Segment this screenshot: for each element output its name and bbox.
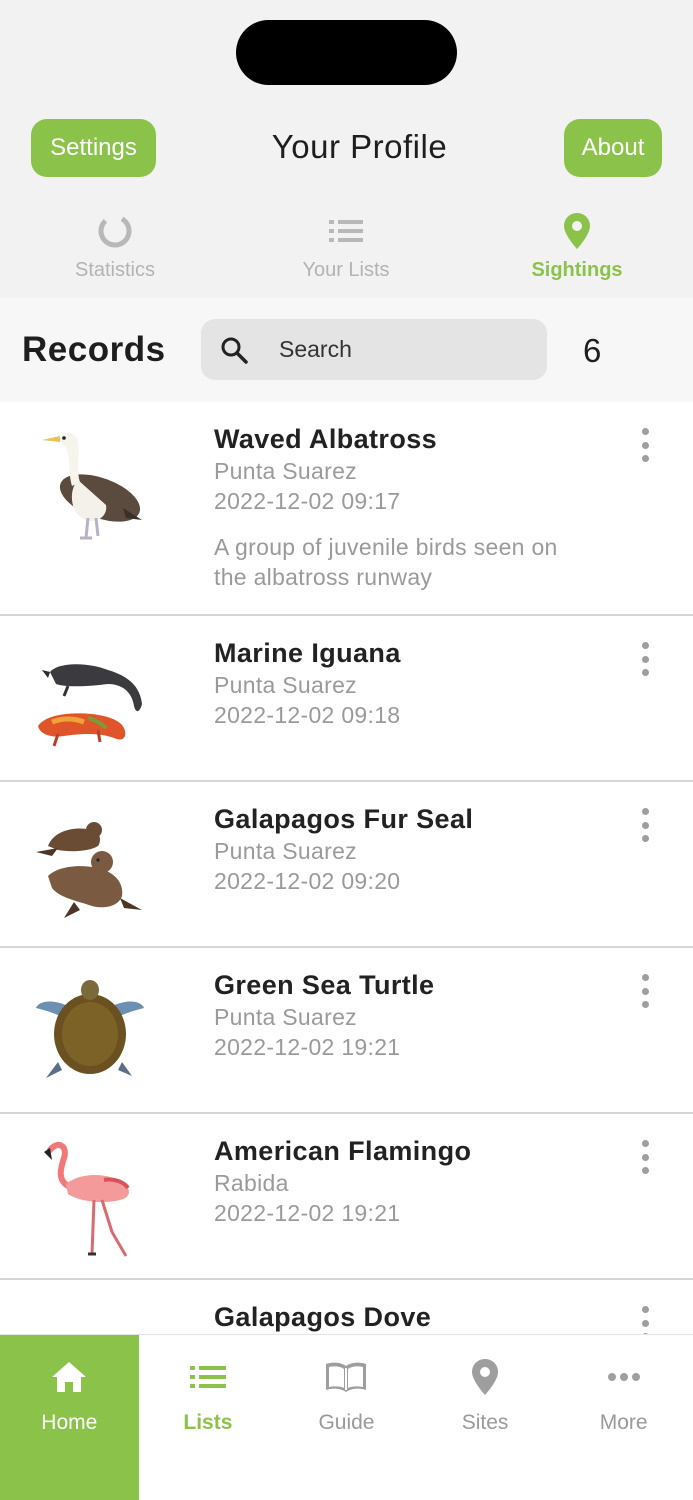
nav-lists[interactable]: Lists xyxy=(139,1335,278,1500)
nav-lists-label: Lists xyxy=(183,1411,233,1434)
records-title: Records xyxy=(22,330,166,369)
sighting-site: Punta Suarez xyxy=(214,838,357,864)
sightings-list: Waved Albatross Punta Suarez 2022-12-02 … xyxy=(0,402,693,1446)
more-options-icon[interactable] xyxy=(630,974,660,1008)
more-options-icon[interactable] xyxy=(630,1140,660,1174)
nav-home[interactable]: Home xyxy=(0,1335,139,1500)
list-icon xyxy=(189,1357,226,1397)
more-horizontal-icon xyxy=(607,1357,641,1397)
more-options-icon[interactable] xyxy=(630,428,660,462)
nav-more-label: More xyxy=(599,1411,648,1434)
circle-progress-icon xyxy=(97,205,133,257)
map-pin-icon xyxy=(471,1357,499,1397)
sighting-name: Marine Iguana xyxy=(214,638,401,668)
about-button[interactable]: About xyxy=(564,119,662,177)
list-icon xyxy=(329,205,363,257)
sighting-name: Galapagos Fur Seal xyxy=(214,804,474,834)
records-count: 6 xyxy=(583,332,602,369)
fur-seal-image xyxy=(28,800,153,930)
nav-sites-label: Sites xyxy=(461,1411,509,1434)
map-pin-icon xyxy=(563,205,591,257)
waved-albatross-image xyxy=(28,420,153,550)
sighting-site: Punta Suarez xyxy=(214,1004,357,1030)
list-item[interactable]: Galapagos Fur Seal Punta Suarez 2022-12-… xyxy=(0,782,693,948)
bottom-nav: Home Lists Guide Sites More xyxy=(0,1334,693,1500)
sighting-time: 2022-12-02 09:18 xyxy=(214,702,401,728)
sighting-time: 2022-12-02 19:21 xyxy=(214,1200,401,1226)
tab-sightings-label: Sightings xyxy=(531,259,623,281)
list-item[interactable]: Marine Iguana Punta Suarez 2022-12-02 09… xyxy=(0,616,693,782)
sighting-time: 2022-12-02 09:17 xyxy=(214,488,401,514)
nav-sites[interactable]: Sites xyxy=(416,1335,555,1500)
camera-notch xyxy=(236,20,457,85)
sighting-name: Green Sea Turtle xyxy=(214,970,435,1000)
flamingo-image xyxy=(28,1132,153,1262)
more-options-icon[interactable] xyxy=(630,808,660,842)
more-options-icon[interactable] xyxy=(630,642,660,676)
sighting-name: Galapagos Dove xyxy=(214,1302,432,1332)
list-item[interactable]: American Flamingo Rabida 2022-12-02 19:2… xyxy=(0,1114,693,1280)
page-title-text: Your Profile xyxy=(271,128,448,165)
sighting-site: Punta Suarez xyxy=(214,672,357,698)
book-icon xyxy=(324,1357,368,1397)
home-icon xyxy=(50,1357,88,1397)
nav-more[interactable]: More xyxy=(554,1335,693,1500)
search-box[interactable] xyxy=(201,319,547,380)
sighting-time: 2022-12-02 09:20 xyxy=(214,868,401,894)
marine-iguana-image xyxy=(28,634,153,764)
tab-sightings[interactable]: Sightings xyxy=(492,205,662,295)
sighting-note: A group of juvenile birds seen on the al… xyxy=(214,534,558,590)
sighting-time: 2022-12-02 19:21 xyxy=(214,1034,401,1060)
tab-statistics-label: Statistics xyxy=(74,259,156,281)
search-input[interactable] xyxy=(279,336,539,363)
tab-statistics[interactable]: Statistics xyxy=(30,205,200,295)
tab-your-lists[interactable]: Your Lists xyxy=(261,205,431,295)
sea-turtle-image xyxy=(28,966,153,1096)
tab-your-lists-label: Your Lists xyxy=(302,259,390,281)
list-item[interactable]: Green Sea Turtle Punta Suarez 2022-12-02… xyxy=(0,948,693,1114)
sighting-site: Rabida xyxy=(214,1170,289,1196)
sighting-site: Punta Suarez xyxy=(214,458,357,484)
nav-guide-label: Guide xyxy=(318,1411,375,1434)
nav-guide[interactable]: Guide xyxy=(277,1335,416,1500)
search-icon xyxy=(219,335,249,365)
sighting-name: American Flamingo xyxy=(214,1136,472,1166)
nav-home-label: Home xyxy=(41,1411,98,1434)
list-item[interactable]: Waved Albatross Punta Suarez 2022-12-02 … xyxy=(0,402,693,616)
sighting-name: Waved Albatross xyxy=(214,424,438,454)
